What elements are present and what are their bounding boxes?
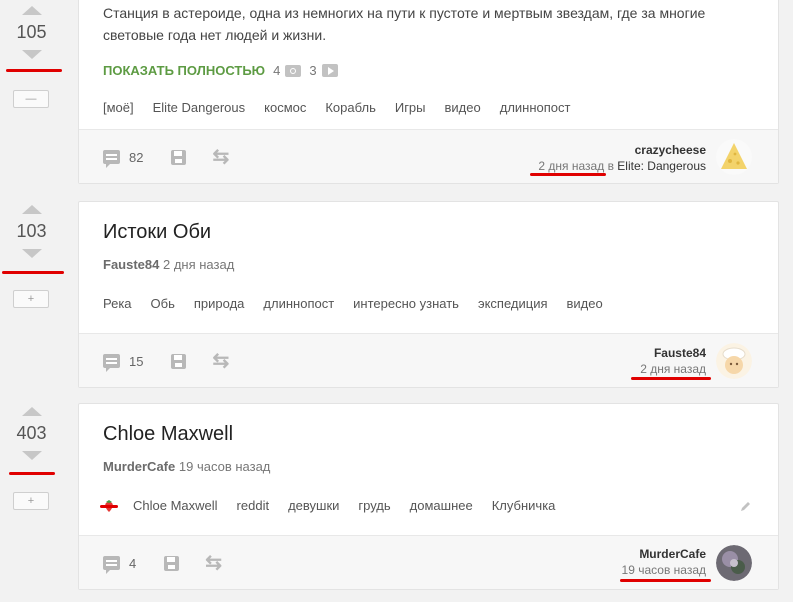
repost-icon[interactable]: ⇆ — [212, 351, 229, 371]
repost-icon[interactable]: ⇆ — [212, 147, 229, 167]
video-play-icon — [321, 64, 338, 77]
camera-icon — [285, 64, 302, 77]
tag-link[interactable]: Chloe Maxwell — [133, 498, 218, 513]
tag-link[interactable]: домашнее — [410, 498, 473, 513]
story-card: Станция в астероиде, одна из немногих на… — [78, 0, 779, 184]
tag-link[interactable]: видео — [567, 296, 603, 311]
story-title[interactable]: Истоки Оби — [103, 221, 754, 244]
red-underline-annotation — [9, 472, 55, 475]
save-icon[interactable] — [171, 149, 187, 165]
author-link[interactable]: Fauste84 — [640, 345, 706, 361]
cheese-avatar-icon[interactable] — [716, 139, 752, 175]
upvote-arrow-icon[interactable] — [21, 205, 42, 214]
tag-link[interactable]: грудь — [358, 498, 390, 513]
community-link[interactable]: Elite: Dangerous — [617, 159, 706, 173]
tag-link[interactable]: Обь — [151, 296, 175, 311]
vote-column: 105 — [0, 6, 63, 59]
tag-link[interactable]: Elite Dangerous — [153, 100, 246, 115]
tag-link[interactable]: природа — [194, 296, 245, 311]
meta-author-link[interactable]: Fauste84 — [103, 257, 159, 272]
story-text-line: Станция в астероиде, одна из немногих на… — [103, 5, 706, 21]
tag-link[interactable]: длиннопост — [263, 296, 334, 311]
red-underline-annotation — [631, 377, 711, 380]
photo-avatar-icon[interactable] — [716, 545, 752, 581]
expand-button[interactable]: + — [13, 290, 49, 308]
tag-list: Река Обь природа длиннопост интересно уз… — [103, 296, 754, 311]
tag-link[interactable]: [моё] — [103, 100, 134, 115]
save-icon[interactable] — [164, 555, 180, 571]
show-more-row: ПОКАЗАТЬ ПОЛНОСТЬЮ 4 3 — [103, 63, 754, 78]
story-feed: 105 — Станция в астероиде, одна из немно… — [0, 0, 793, 602]
author-link[interactable]: MurderCafe — [622, 546, 706, 562]
author-link[interactable]: crazycheese — [538, 142, 706, 158]
post-author-block: MurderCafe 19 часов назад — [622, 546, 706, 578]
save-icon[interactable] — [171, 353, 187, 369]
tag-link[interactable]: длиннопост — [500, 100, 571, 115]
story-meta: MurderCafe 19 часов назад — [103, 459, 754, 474]
red-underline-annotation — [100, 505, 118, 508]
tag-link[interactable]: reddit — [237, 498, 270, 513]
tag-link[interactable]: Игры — [395, 100, 426, 115]
in-word: в — [607, 159, 614, 173]
post-author-block: crazycheese 2 дня назад в Elite: Dangero… — [538, 142, 706, 174]
story-card: Истоки Оби Fauste84 2 дня назад Река Обь… — [78, 201, 779, 388]
comments-count[interactable]: 82 — [129, 150, 143, 165]
photo-count: 4 — [273, 63, 281, 78]
tag-link[interactable]: Река — [103, 296, 132, 311]
collapse-button[interactable]: — — [13, 90, 49, 108]
tag-link[interactable]: видео — [445, 100, 481, 115]
video-count: 3 — [309, 63, 317, 78]
post-rating: 105 — [16, 22, 47, 42]
show-more-link[interactable]: ПОКАЗАТЬ ПОЛНОСТЬЮ — [103, 63, 265, 78]
expand-button[interactable]: + — [13, 492, 49, 510]
post-time: 2 дня назад — [640, 362, 706, 376]
story-actions: 4 ⇆ — [103, 536, 222, 590]
story-text: Станция в астероиде, одна из немногих на… — [103, 2, 754, 46]
story-meta: Fauste84 2 дня назад — [103, 257, 754, 272]
tag-link[interactable]: космос — [264, 100, 306, 115]
comments-icon[interactable] — [103, 150, 120, 168]
vote-column: 103 — [0, 205, 63, 258]
red-underline-annotation — [620, 579, 711, 582]
meta-author-link[interactable]: MurderCafe — [103, 459, 175, 474]
tag-list: Chloe Maxwell reddit девушки грудь домаш… — [103, 498, 754, 513]
tag-link[interactable]: экспедиция — [478, 296, 548, 311]
story-title[interactable]: Chloe Maxwell — [103, 423, 754, 446]
upvote-arrow-icon[interactable] — [21, 407, 42, 416]
comments-count[interactable]: 4 — [129, 556, 136, 571]
tag-link[interactable]: Клубничка — [492, 498, 556, 513]
story-actions: 82 ⇆ — [103, 130, 229, 184]
edit-pencil-icon[interactable] — [740, 500, 752, 512]
tag-link[interactable]: девушки — [288, 498, 339, 513]
post-time: 19 часов назад — [621, 563, 706, 577]
post-rating: 103 — [16, 221, 47, 241]
meta-time: 2 дня назад — [163, 257, 235, 272]
story-card: Chloe Maxwell MurderCafe 19 часов назад … — [78, 403, 779, 590]
tag-link[interactable]: Корабль — [325, 100, 375, 115]
vote-column: 403 — [0, 407, 63, 460]
comments-count[interactable]: 15 — [129, 354, 143, 369]
upvote-arrow-icon[interactable] — [21, 6, 42, 15]
downvote-arrow-icon[interactable] — [21, 50, 42, 59]
story-footer: 82 ⇆ crazycheese 2 дня назад в Elite: Da… — [79, 129, 778, 183]
tag-link[interactable]: интересно узнать — [353, 296, 459, 311]
repost-icon[interactable]: ⇆ — [205, 553, 222, 573]
post-author-block: Fauste84 2 дня назад — [640, 345, 706, 377]
comments-icon[interactable] — [103, 354, 120, 372]
meta-time: 19 часов назад — [178, 459, 271, 474]
tag-list: [моё] Elite Dangerous космос Корабль Игр… — [103, 100, 754, 115]
red-underline-annotation — [530, 173, 606, 176]
post-time: 2 дня назад — [538, 159, 605, 173]
post-rating: 403 — [16, 423, 47, 443]
comments-icon[interactable] — [103, 556, 120, 574]
story-actions: 15 ⇆ — [103, 334, 229, 388]
chef-avatar-icon[interactable] — [716, 343, 752, 379]
red-underline-annotation — [2, 271, 64, 274]
red-underline-annotation — [6, 69, 62, 72]
downvote-arrow-icon[interactable] — [21, 249, 42, 258]
story-text-line: световые года нет людей и жизни. — [103, 27, 327, 43]
downvote-arrow-icon[interactable] — [21, 451, 42, 460]
